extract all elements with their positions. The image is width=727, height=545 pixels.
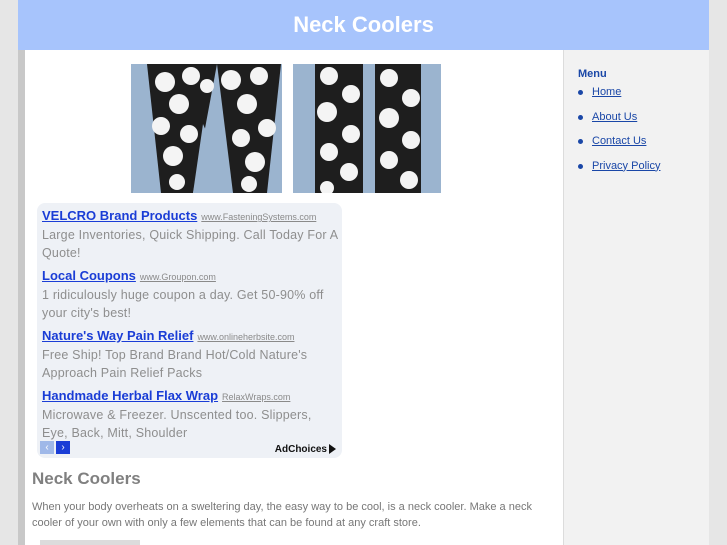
menu-link-privacy[interactable]: Privacy Policy (592, 160, 660, 172)
adchoices-icon (329, 444, 336, 455)
ad-description: Free Ship! Top Brand Brand Hot/Cold Natu… (42, 348, 308, 380)
ad-description: 1 ridiculously huge coupon a day. Get 50… (42, 288, 324, 320)
left-border (18, 50, 25, 545)
bullet-icon (578, 163, 583, 169)
ad-item[interactable]: Nature's Way Pain Relief www.onlineherbsi… (42, 327, 338, 382)
ad-title[interactable]: VELCRO Brand Products (42, 208, 197, 223)
sidebar: Menu Home About Us Contact Us Privacy Po… (563, 50, 709, 545)
ad-title[interactable]: Handmade Herbal Flax Wrap (42, 388, 218, 403)
ad-title[interactable]: Nature's Way Pain Relief (42, 328, 193, 343)
menu-item-home: Home (578, 86, 709, 111)
ad-block: VELCRO Brand Products www.FasteningSystem… (37, 203, 342, 458)
ad-nav: ‹ › (40, 441, 70, 454)
bullet-icon (578, 139, 583, 144)
ad-item[interactable]: VELCRO Brand Products www.FasteningSystem… (42, 207, 338, 262)
ad-item[interactable]: Handmade Herbal Flax Wrap RelaxWraps.com … (42, 387, 338, 442)
menu-link-about[interactable]: About Us (592, 111, 637, 123)
ad-url[interactable]: www.FasteningSystems.com (201, 212, 316, 222)
menu-link-contact[interactable]: Contact Us (592, 135, 646, 147)
ad-url[interactable]: RelaxWraps.com (222, 392, 290, 402)
site-header: Neck Coolers (18, 0, 709, 50)
ad-item[interactable]: Local Coupons www.Groupon.com 1 ridiculou… (42, 267, 338, 322)
chevron-right-icon[interactable]: › (56, 441, 70, 454)
ad-description: Microwave & Freezer. Unscented too. Slip… (42, 408, 312, 440)
menu-link-home[interactable]: Home (592, 86, 621, 98)
chevron-left-icon[interactable]: ‹ (40, 441, 54, 454)
menu-heading: Menu (578, 68, 607, 80)
content-continuation (40, 540, 140, 545)
menu-item-contact: Contact Us (578, 135, 709, 160)
article-text: When your body overheats on a sweltering… (32, 501, 532, 529)
bullet-icon (578, 90, 583, 95)
menu-list: Home About Us Contact Us Privacy Policy (578, 86, 709, 184)
neck-cooler-photo-2 (293, 64, 441, 193)
site-title: Neck Coolers (293, 12, 434, 37)
adchoices-link[interactable]: AdChoices (275, 444, 336, 455)
ad-url[interactable]: www.Groupon.com (140, 272, 216, 282)
adchoices-label: AdChoices (274, 444, 327, 455)
neck-cooler-photo-1 (131, 64, 282, 193)
menu-item-about: About Us (578, 111, 709, 136)
article-title: Neck Coolers (32, 469, 141, 488)
ad-title[interactable]: Local Coupons (42, 268, 136, 283)
ad-description: Large Inventories, Quick Shipping. Call … (42, 228, 338, 260)
menu-item-privacy: Privacy Policy (578, 160, 709, 185)
ad-url[interactable]: www.onlineherbsite.com (197, 332, 294, 342)
bullet-icon (578, 114, 583, 120)
